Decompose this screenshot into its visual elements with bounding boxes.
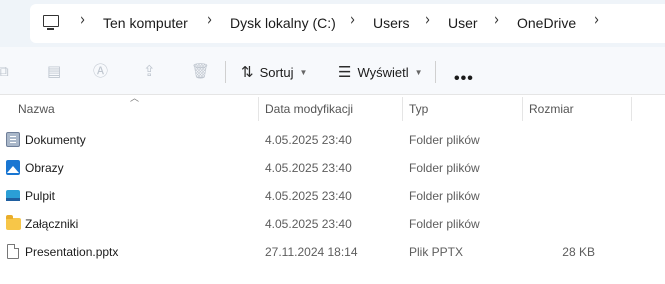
breadcrumb-local-disk[interactable]: Dysk lokalny (C:) (230, 15, 336, 31)
breadcrumb-separator[interactable]: › (350, 11, 355, 31)
rename-icon[interactable]: Ⓐ (93, 64, 108, 79)
delete-icon[interactable]: 🗑 (191, 64, 210, 79)
breadcrumb-separator[interactable]: › (80, 11, 85, 31)
list-item[interactable]: Presentation.pptx 27.11.2024 18:14 Plik … (0, 238, 665, 266)
item-date: 4.05.2025 23:40 (265, 189, 352, 203)
list-item[interactable]: Załączniki 4.05.2025 23:40 Folder plików (0, 210, 665, 238)
item-type: Folder plików (409, 189, 480, 203)
share-icon[interactable]: ⇪ (143, 64, 156, 79)
sort-icon: ⇅ (241, 64, 254, 81)
column-header-date[interactable]: Data modyfikacji (265, 95, 353, 123)
sort-ascending-icon: ︿ (130, 93, 140, 103)
item-type: Folder plików (409, 161, 480, 175)
list-item[interactable]: Dokumenty 4.05.2025 23:40 Folder plików (0, 126, 665, 154)
item-name: Obrazy (25, 161, 64, 175)
file-icon (7, 244, 19, 259)
desktop-folder-icon (6, 190, 20, 201)
view-label: Wyświetl (357, 64, 409, 80)
list-item[interactable]: Obrazy 4.05.2025 23:40 Folder plików (0, 154, 665, 182)
sort-button[interactable]: ⇅ Sortuj ▼ (241, 62, 307, 82)
toolbar-divider (225, 61, 226, 83)
cut-icon[interactable]: ⧉ (0, 64, 9, 79)
list-item[interactable]: Pulpit 4.05.2025 23:40 Folder plików (0, 182, 665, 210)
item-date: 27.11.2024 18:14 (265, 245, 358, 259)
column-divider[interactable] (402, 97, 403, 121)
column-header-type[interactable]: Typ (409, 95, 428, 123)
item-size: 28 KB (562, 245, 595, 259)
item-date: 4.05.2025 23:40 (265, 161, 352, 175)
chevron-down-icon: ▼ (414, 67, 423, 77)
more-options-button[interactable]: ••• (454, 70, 474, 88)
folder-icon (6, 215, 21, 230)
documents-folder-icon (6, 132, 20, 147)
sort-label: Sortuj (259, 64, 294, 80)
view-button[interactable]: ☰ Wyświetl ▼ (338, 62, 423, 82)
view-list-icon: ☰ (338, 64, 352, 81)
computer-icon[interactable] (43, 15, 59, 30)
item-date: 4.05.2025 23:40 (265, 217, 352, 231)
item-type: Folder plików (409, 217, 480, 231)
breadcrumb-separator[interactable]: › (594, 11, 599, 31)
column-header-name[interactable]: Nazwa (18, 95, 55, 123)
pictures-folder-icon (6, 160, 20, 175)
column-divider[interactable] (522, 97, 523, 121)
chevron-down-icon: ▼ (299, 67, 308, 77)
item-name: Presentation.pptx (25, 245, 119, 259)
toolbar-divider (435, 61, 436, 83)
breadcrumb-this-pc[interactable]: Ten komputer (103, 15, 188, 31)
breadcrumb-users[interactable]: Users (373, 15, 410, 31)
column-divider[interactable] (631, 97, 632, 121)
item-name: Załączniki (25, 217, 79, 231)
item-date: 4.05.2025 23:40 (265, 133, 352, 147)
item-type: Plik PPTX (409, 245, 464, 259)
breadcrumb-user[interactable]: User (448, 15, 478, 31)
column-header-size[interactable]: Rozmiar (529, 95, 574, 123)
breadcrumb-separator[interactable]: › (494, 11, 499, 31)
item-name: Pulpit (25, 189, 56, 203)
breadcrumb-separator[interactable]: › (207, 11, 212, 31)
item-name: Dokumenty (25, 133, 86, 147)
column-divider[interactable] (258, 97, 259, 121)
breadcrumb-onedrive[interactable]: OneDrive (517, 15, 576, 31)
copy-icon[interactable]: ▤ (47, 64, 61, 79)
item-type: Folder plików (409, 133, 480, 147)
breadcrumb-separator[interactable]: › (425, 11, 430, 31)
